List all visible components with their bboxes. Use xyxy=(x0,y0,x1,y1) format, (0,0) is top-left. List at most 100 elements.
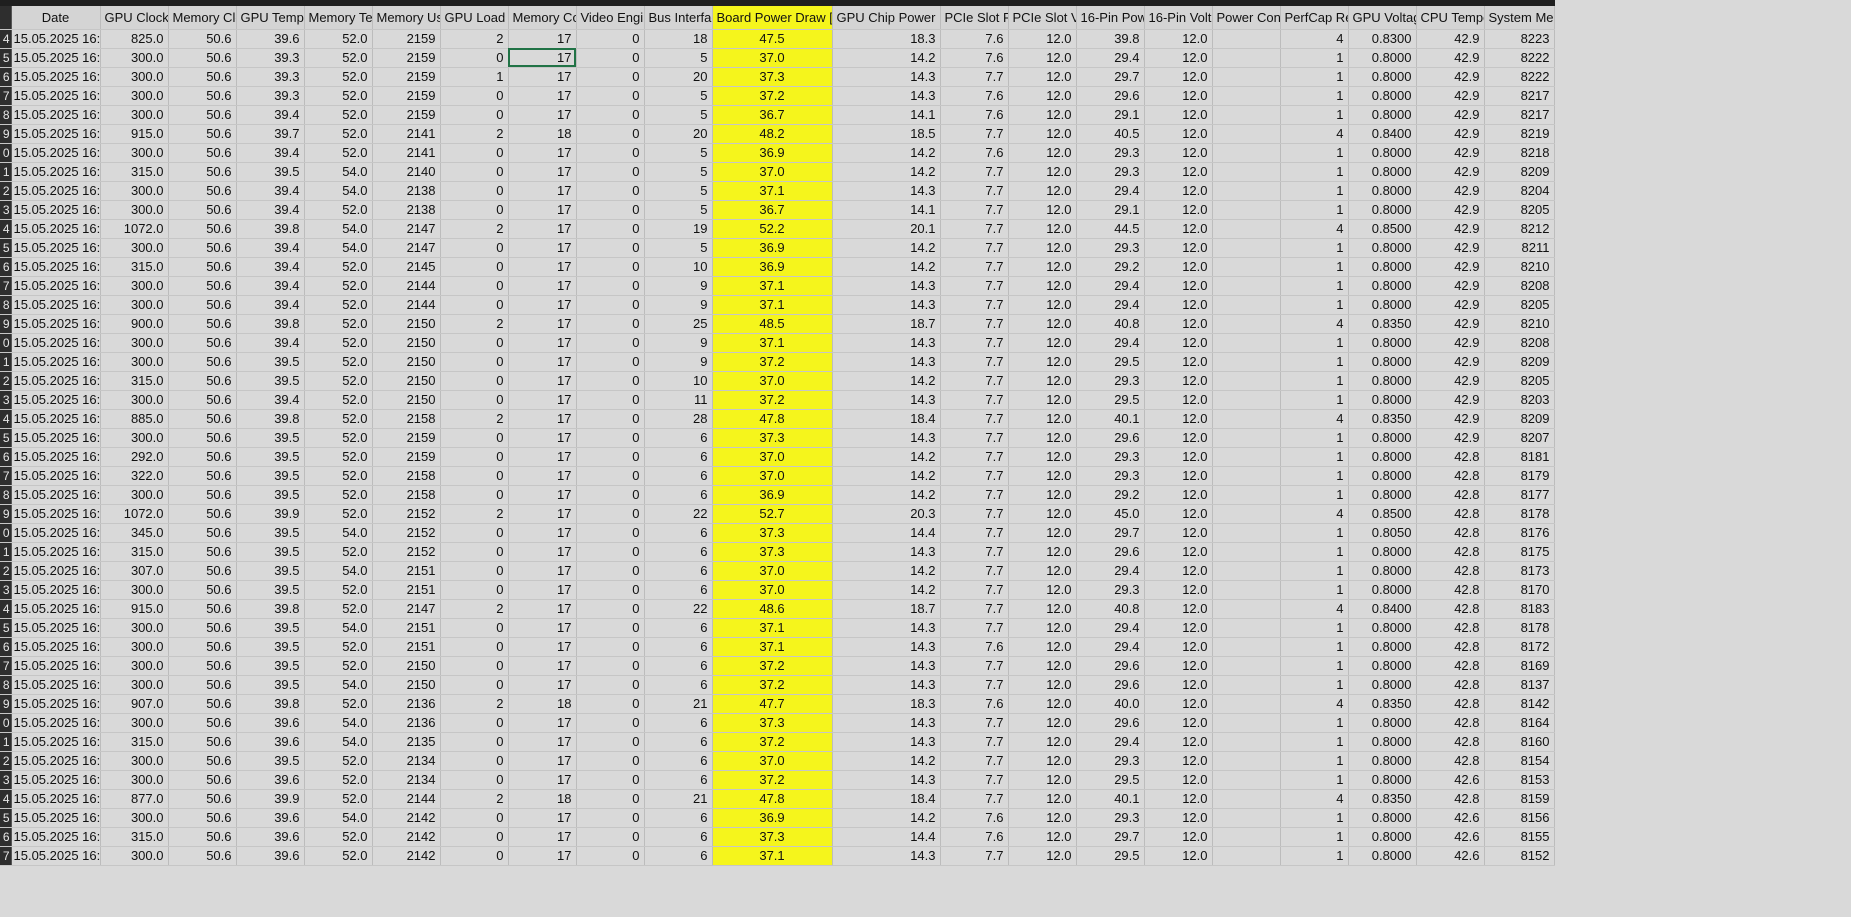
table-cell[interactable]: 0.8000 xyxy=(1348,846,1417,866)
table-cell[interactable]: 2141 xyxy=(372,124,441,144)
table-cell[interactable]: 0 xyxy=(576,599,645,619)
table-cell[interactable]: 14.2 xyxy=(832,808,941,828)
table-cell[interactable]: 17 xyxy=(508,732,577,752)
table-cell[interactable]: 9 xyxy=(644,276,713,296)
table-cell[interactable]: 2151 xyxy=(372,637,441,657)
table-cell[interactable]: 7.7 xyxy=(940,770,1009,790)
table-cell[interactable]: 300.0 xyxy=(100,105,169,125)
table-cell[interactable]: 2158 xyxy=(372,409,441,429)
table-cell[interactable]: 52.0 xyxy=(304,29,373,49)
table-cell[interactable]: 15.05.2025 16:16 xyxy=(11,561,101,581)
table-cell[interactable]: 15.05.2025 16:15 xyxy=(11,485,101,505)
table-cell[interactable]: 29.4 xyxy=(1076,276,1145,296)
table-cell[interactable]: 1 xyxy=(1280,276,1349,296)
table-cell[interactable]: 300.0 xyxy=(100,295,169,315)
table-cell[interactable]: 12.0 xyxy=(1008,447,1077,467)
table-cell[interactable]: 12.0 xyxy=(1144,352,1213,372)
table-cell[interactable]: 12.0 xyxy=(1144,276,1213,296)
table-cell[interactable]: 0 xyxy=(440,238,509,258)
table-cell[interactable]: 40.8 xyxy=(1076,599,1145,619)
table-cell[interactable]: 0 xyxy=(576,238,645,258)
table-cell[interactable]: 29.7 xyxy=(1076,67,1145,87)
table-cell[interactable]: 12.0 xyxy=(1008,504,1077,524)
table-cell[interactable]: 42.8 xyxy=(1416,789,1485,809)
table-cell[interactable]: 52.0 xyxy=(304,314,373,334)
table-cell[interactable]: 12.0 xyxy=(1008,789,1077,809)
table-cell[interactable]: 0 xyxy=(440,675,509,695)
table-cell[interactable] xyxy=(1212,618,1281,638)
table-cell[interactable]: 1 xyxy=(1280,523,1349,543)
column-header[interactable]: Memory Ten xyxy=(304,0,373,30)
row-number[interactable]: 0 xyxy=(0,713,12,733)
table-cell[interactable]: 52.0 xyxy=(304,485,373,505)
table-cell[interactable]: 42.8 xyxy=(1416,656,1485,676)
table-cell[interactable]: 7.6 xyxy=(940,29,1009,49)
table-cell[interactable]: 5 xyxy=(644,238,713,258)
table-cell[interactable]: 5 xyxy=(644,162,713,182)
table-cell[interactable]: 300.0 xyxy=(100,181,169,201)
table-cell[interactable]: 1 xyxy=(1280,86,1349,106)
board-power-cell[interactable]: 36.9 xyxy=(712,485,833,505)
table-cell[interactable]: 52.0 xyxy=(304,48,373,68)
table-cell[interactable]: 0 xyxy=(576,561,645,581)
table-cell[interactable]: 1072.0 xyxy=(100,504,169,524)
table-cell[interactable]: 29.3 xyxy=(1076,371,1145,391)
table-cell[interactable]: 7.7 xyxy=(940,447,1009,467)
table-cell[interactable]: 0 xyxy=(576,124,645,144)
column-header[interactable]: GPU Clock [M xyxy=(100,0,169,30)
table-cell[interactable]: 300.0 xyxy=(100,333,169,353)
table-cell[interactable]: 7.6 xyxy=(940,694,1009,714)
table-cell[interactable]: 300.0 xyxy=(100,276,169,296)
table-cell[interactable]: 15.05.2025 16:16 xyxy=(11,808,101,828)
table-cell[interactable]: 29.2 xyxy=(1076,257,1145,277)
table-cell[interactable]: 39.4 xyxy=(236,238,305,258)
table-cell[interactable]: 39.5 xyxy=(236,485,305,505)
table-cell[interactable]: 2150 xyxy=(372,675,441,695)
table-cell[interactable]: 54.0 xyxy=(304,162,373,182)
table-cell[interactable]: 4 xyxy=(1280,124,1349,144)
table-cell[interactable] xyxy=(1212,48,1281,68)
column-header[interactable]: Power Consu xyxy=(1212,0,1281,30)
table-cell[interactable]: 0.8000 xyxy=(1348,200,1417,220)
table-cell[interactable]: 15.05.2025 16:16 xyxy=(11,618,101,638)
table-cell[interactable] xyxy=(1212,561,1281,581)
table-cell[interactable]: 12.0 xyxy=(1144,504,1213,524)
table-cell[interactable]: 9 xyxy=(644,295,713,315)
table-cell[interactable]: 15.05.2025 16:16 xyxy=(11,827,101,847)
table-cell[interactable]: 39.4 xyxy=(236,105,305,125)
table-cell[interactable]: 42.8 xyxy=(1416,637,1485,657)
table-cell[interactable]: 17 xyxy=(508,371,577,391)
table-cell[interactable]: 300.0 xyxy=(100,390,169,410)
board-power-cell[interactable]: 37.3 xyxy=(712,523,833,543)
table-cell[interactable]: 300.0 xyxy=(100,675,169,695)
table-cell[interactable]: 6 xyxy=(644,561,713,581)
table-cell[interactable]: 0.8000 xyxy=(1348,542,1417,562)
table-cell[interactable]: 11 xyxy=(644,390,713,410)
table-cell[interactable]: 14.3 xyxy=(832,181,941,201)
table-cell[interactable] xyxy=(1212,789,1281,809)
table-cell[interactable]: 52.0 xyxy=(304,751,373,771)
column-header[interactable]: 16-Pin Powe xyxy=(1076,0,1145,30)
table-cell[interactable]: 900.0 xyxy=(100,314,169,334)
column-header[interactable]: GPU Load [% xyxy=(440,0,509,30)
row-number[interactable]: 5 xyxy=(0,428,12,448)
table-cell[interactable]: 0 xyxy=(576,105,645,125)
table-cell[interactable]: 12.0 xyxy=(1144,846,1213,866)
table-cell[interactable] xyxy=(1212,580,1281,600)
table-cell[interactable]: 54.0 xyxy=(304,675,373,695)
board-power-cell[interactable]: 48.2 xyxy=(712,124,833,144)
table-cell[interactable]: 2151 xyxy=(372,618,441,638)
table-cell[interactable]: 0 xyxy=(576,48,645,68)
table-cell[interactable]: 7.7 xyxy=(940,751,1009,771)
table-cell[interactable]: 21 xyxy=(644,789,713,809)
table-cell[interactable]: 0.8000 xyxy=(1348,466,1417,486)
table-cell[interactable]: 50.6 xyxy=(168,656,237,676)
table-cell[interactable]: 2152 xyxy=(372,504,441,524)
table-cell[interactable]: 12.0 xyxy=(1008,48,1077,68)
table-cell[interactable] xyxy=(1212,276,1281,296)
table-cell[interactable]: 0.8000 xyxy=(1348,770,1417,790)
table-cell[interactable]: 6 xyxy=(644,580,713,600)
board-power-cell[interactable]: 37.1 xyxy=(712,846,833,866)
table-cell[interactable]: 0.8300 xyxy=(1348,29,1417,49)
table-cell[interactable]: 0 xyxy=(576,181,645,201)
